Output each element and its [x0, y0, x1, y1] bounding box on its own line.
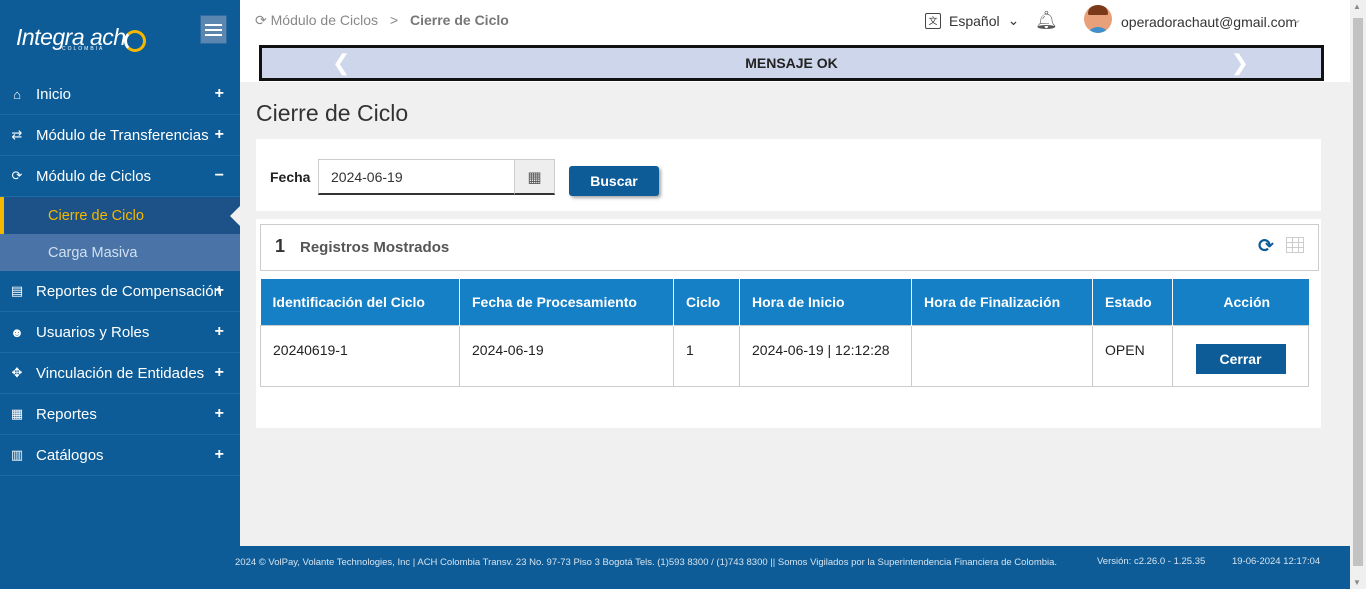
transfer-icon: ⇄ — [11, 127, 23, 142]
cell-fecha: 2024-06-19 — [459, 324, 674, 387]
sidebar-item-reportes[interactable]: ▦ Reportes + — [0, 394, 240, 435]
filter-panel: Fecha 2024-06-19 ▦ Buscar — [256, 139, 1321, 211]
cell-accion: Cerrar — [1172, 324, 1309, 387]
expand-icon[interactable]: + — [215, 446, 224, 464]
results-table: Identificación del Ciclo Fecha de Proces… — [260, 279, 1309, 387]
sidebar-item-vinculacion[interactable]: ✥ Vinculación de Entidades + — [0, 353, 240, 394]
sidebar-subitem-label: Carga Masiva — [48, 244, 138, 261]
grid-icon[interactable] — [1286, 237, 1304, 253]
sidebar-item-catalogos[interactable]: ▥ Catálogos + — [0, 435, 240, 476]
date-input[interactable]: 2024-06-19 — [318, 159, 515, 195]
language-selector[interactable]: 文 Español ⌄ — [925, 12, 1019, 29]
column-header[interactable]: Fecha de Procesamiento — [459, 279, 674, 325]
sidebar-item-reportes-compensacion[interactable]: ▤ Reportes de Compensación + — [0, 271, 240, 312]
table-row: 20240619-1 2024-06-19 1 2024-06-19 | 12:… — [260, 324, 1309, 387]
column-header[interactable]: Ciclo — [673, 279, 740, 325]
calendar-icon[interactable]: ▦ — [514, 159, 555, 195]
breadcrumb: ⟳ Módulo de Ciclos > Cierre de Ciclo — [255, 12, 509, 29]
breadcrumb-parent[interactable]: Módulo de Ciclos — [271, 12, 378, 28]
expand-icon[interactable]: + — [215, 85, 224, 103]
users-icon: ☻ — [10, 324, 24, 340]
page-title: Cierre de Ciclo — [256, 100, 409, 126]
sidebar-item-label: Reportes — [36, 405, 97, 423]
refresh-icon: ⟳ — [11, 168, 23, 183]
top-bar: ⟳ Módulo de Ciclos > Cierre de Ciclo 文 E… — [240, 0, 1350, 82]
refresh-icon[interactable]: ⟳ — [1258, 235, 1274, 258]
column-header[interactable]: Estado — [1092, 279, 1173, 325]
sidebar-item-ciclos[interactable]: ⟳ Módulo de Ciclos − — [0, 156, 240, 197]
cell-id: 20240619-1 — [260, 324, 460, 387]
avatar[interactable] — [1084, 5, 1112, 33]
list-icon: ▦ — [10, 406, 24, 421]
sidebar-item-label: Inicio — [36, 85, 72, 103]
sidebar-subitem-carga-masiva[interactable]: Carga Masiva — [0, 234, 240, 271]
bell-icon[interactable]: 🔔︎ — [1035, 10, 1058, 31]
sidebar-item-label: Usuarios y Roles — [36, 323, 150, 341]
sidebar-item-label: Módulo de Ciclos — [36, 167, 152, 185]
chevron-right-icon[interactable]: ❯ — [1231, 50, 1249, 76]
cell-estado: OPEN — [1092, 324, 1173, 387]
cell-ciclo: 1 — [673, 324, 740, 387]
chevron-down-icon[interactable]: ⌄ — [1292, 12, 1302, 26]
sidebar-item-label: Vinculación de Entidades — [36, 364, 205, 382]
message-banner: ❮ MENSAJE OK ❯ — [259, 45, 1324, 81]
message-text: MENSAJE OK — [745, 55, 838, 71]
records-bar: 1 Registros Mostrados ⟳ — [260, 224, 1319, 271]
column-header[interactable]: Hora de Inicio — [739, 279, 912, 325]
hamburger-menu-icon[interactable] — [200, 15, 227, 44]
cell-hora-fin — [911, 324, 1093, 387]
logo: Integra ach COLOMBIA — [0, 0, 240, 74]
book-icon: ▥ — [10, 447, 24, 462]
expand-icon[interactable]: + — [215, 323, 224, 341]
language-label: Español — [949, 12, 1000, 29]
sidebar-item-usuarios-roles[interactable]: ☻ Usuarios y Roles + — [0, 312, 240, 353]
column-header: Acción — [1172, 279, 1309, 325]
expand-icon[interactable]: + — [215, 282, 224, 300]
expand-icon[interactable]: + — [215, 364, 224, 382]
footer-timestamp: 19-06-2024 12:17:04 — [1232, 556, 1321, 567]
scroll-up-icon[interactable]: ▲ — [1353, 2, 1361, 11]
sidebar-subitem-cierre-de-ciclo[interactable]: Cierre de Ciclo — [0, 197, 240, 234]
results-panel: 1 Registros Mostrados ⟳ Identificación d… — [256, 219, 1321, 428]
logo-ring-icon — [124, 30, 146, 52]
sidebar-item-label: Módulo de Transferencias — [36, 126, 209, 144]
table-header-row: Identificación del Ciclo Fecha de Proces… — [260, 279, 1309, 325]
footer: 2024 © VolPay, Volante Technologies, Inc… — [235, 546, 1350, 589]
sidebar-item-label: Reportes de Compensación — [36, 282, 222, 300]
close-cycle-button[interactable]: Cerrar — [1195, 343, 1286, 374]
sidebar-item-label: Catálogos — [36, 446, 104, 464]
scroll-thumb[interactable] — [1353, 18, 1363, 566]
home-icon: ⌂ — [13, 86, 21, 102]
chevron-down-icon: ⌄ — [1007, 12, 1020, 28]
breadcrumb-current: Cierre de Ciclo — [409, 12, 509, 28]
translate-icon: 文 — [925, 12, 941, 29]
file-icon: ▤ — [10, 283, 24, 298]
breadcrumb-separator: > — [389, 12, 399, 28]
search-button[interactable]: Buscar — [569, 166, 659, 196]
user-email[interactable]: operadorachaut@gmail.com — [1121, 14, 1297, 30]
records-label: Registros Mostrados — [300, 239, 450, 256]
records-count: 1 — [275, 236, 286, 256]
expand-icon[interactable]: + — [215, 405, 224, 423]
sidebar-item-inicio[interactable]: ⌂ Inicio + — [0, 74, 240, 115]
collapse-icon[interactable]: − — [215, 167, 224, 185]
cell-hora-inicio: 2024-06-19 | 12:12:28 — [739, 324, 912, 387]
expand-icon[interactable]: + — [215, 126, 224, 144]
scrollbar[interactable]: ▲ ▼ — [1350, 0, 1366, 589]
footer-copyright: 2024 © VolPay, Volante Technologies, Inc… — [235, 557, 1058, 568]
sidebar-item-transferencias[interactable]: ⇄ Módulo de Transferencias + — [0, 115, 240, 156]
logo-subtitle: COLOMBIA — [62, 46, 105, 52]
refresh-icon: ⟳ — [255, 12, 267, 28]
column-header[interactable]: Hora de Finalización — [911, 279, 1093, 325]
scroll-down-icon[interactable]: ▼ — [1353, 578, 1361, 587]
column-header[interactable]: Identificación del Ciclo — [260, 279, 460, 325]
sidebar-subitem-label: Cierre de Ciclo — [48, 207, 144, 224]
date-label: Fecha — [270, 169, 311, 185]
footer-version: Versión: c2.26.0 - 1.25.35 — [1097, 556, 1206, 567]
sidebar: Integra ach COLOMBIA ⌂ Inicio + ⇄ Módulo… — [0, 0, 240, 589]
sidebar-nav: ⌂ Inicio + ⇄ Módulo de Transferencias + … — [0, 74, 240, 476]
chevron-left-icon[interactable]: ❮ — [332, 50, 350, 76]
crosshair-icon: ✥ — [11, 365, 23, 380]
